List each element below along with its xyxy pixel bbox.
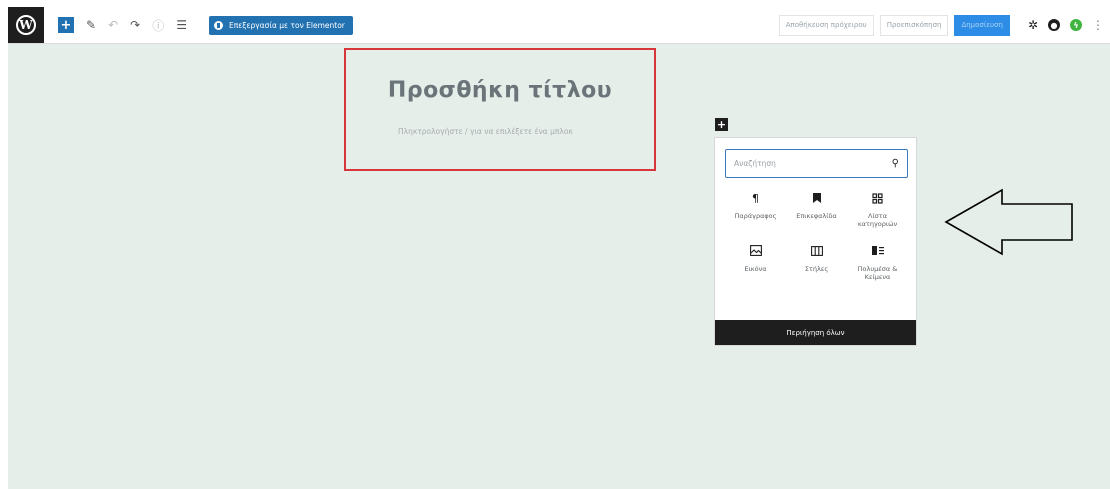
block-media-text[interactable]: Πολυμέσα & Κείμενα [847,243,908,282]
settings-gear-icon[interactable]: ✲ [1028,18,1038,32]
post-title-area: Προσθήκη τίτλου Πληκτρολογήστε / για να … [344,48,656,171]
toolbar-right: Αποθήκευση πρόχειρου Προεπισκόπηση Δημοσ… [778,7,1104,43]
block-appender-placeholder[interactable]: Πληκτρολογήστε / για να επιλέξετε ένα μπ… [398,127,573,136]
undo-icon[interactable]: ↶ [108,18,118,32]
block-heading[interactable]: Επικεφαλίδα [786,190,847,229]
image-icon [749,243,762,259]
preview-button[interactable]: Προεπισκόπηση [879,14,949,36]
editor-frame: W + ✎ ↶ ↷ ⓘ ☰ Επεξεργασία με τον Element… [8,7,1110,489]
block-inserter-popover: ⚲ ¶ Παράγραφος Επικεφαλίδα [714,137,917,346]
edit-with-elementor-button[interactable]: Επεξεργασία με τον Elementor [208,15,353,35]
wordpress-logo-button[interactable]: W [8,7,44,43]
columns-icon [810,243,823,259]
block-label: Επικεφαλίδα [796,212,837,220]
block-category-list[interactable]: Λίστα κατηγοριών [847,190,908,229]
info-icon[interactable]: ⓘ [152,17,164,34]
media-text-icon [871,243,884,259]
block-inserter-toggle[interactable]: + [715,118,728,131]
add-block-button[interactable]: + [58,17,74,33]
block-search: ⚲ [725,149,908,178]
yoast-button[interactable]: ● [1048,19,1060,31]
block-label: Πολυμέσα & Κείμενα [857,264,898,282]
list-view-icon[interactable]: ☰ [176,18,187,32]
jetpack-button[interactable]: ϟ [1070,19,1082,31]
block-label: Λίστα κατηγοριών [857,212,898,229]
block-search-input[interactable] [734,159,892,168]
wordpress-logo-icon: W [16,15,36,35]
block-label: Παράγραφος [734,212,777,220]
bookmark-icon [812,190,821,206]
edit-pencil-icon[interactable]: ✎ [86,18,96,32]
browse-all-button[interactable]: Περιήγηση όλων [715,320,916,345]
block-list: ¶ Παράγραφος Επικεφαλίδα Λίστα κατηγοριώ… [725,190,908,282]
block-paragraph[interactable]: ¶ Παράγραφος [725,190,786,229]
post-title-input[interactable]: Προσθήκη τίτλου [346,78,654,103]
elementor-icon [213,20,223,30]
publish-button[interactable]: Δημοσίευση [954,14,1010,36]
annotation-arrow-icon [944,188,1073,256]
editor-toolbar: W + ✎ ↶ ↷ ⓘ ☰ Επεξεργασία με τον Element… [8,7,1110,44]
block-columns[interactable]: Στήλες [786,243,847,282]
grid-icon [872,190,883,206]
save-draft-button[interactable]: Αποθήκευση πρόχειρου [778,14,874,36]
more-options-icon[interactable]: ⋮ [1092,18,1104,32]
jetpack-icon: ϟ [1070,19,1082,31]
block-image[interactable]: Εικόνα [725,243,786,282]
block-label: Στήλες [804,264,829,273]
paragraph-icon: ¶ [752,191,759,205]
block-label: Εικόνα [744,264,767,273]
yoast-icon: ● [1048,19,1060,31]
redo-icon[interactable]: ↷ [130,18,140,32]
elementor-button-label: Επεξεργασία με τον Elementor [228,20,345,30]
search-icon: ⚲ [891,158,899,169]
